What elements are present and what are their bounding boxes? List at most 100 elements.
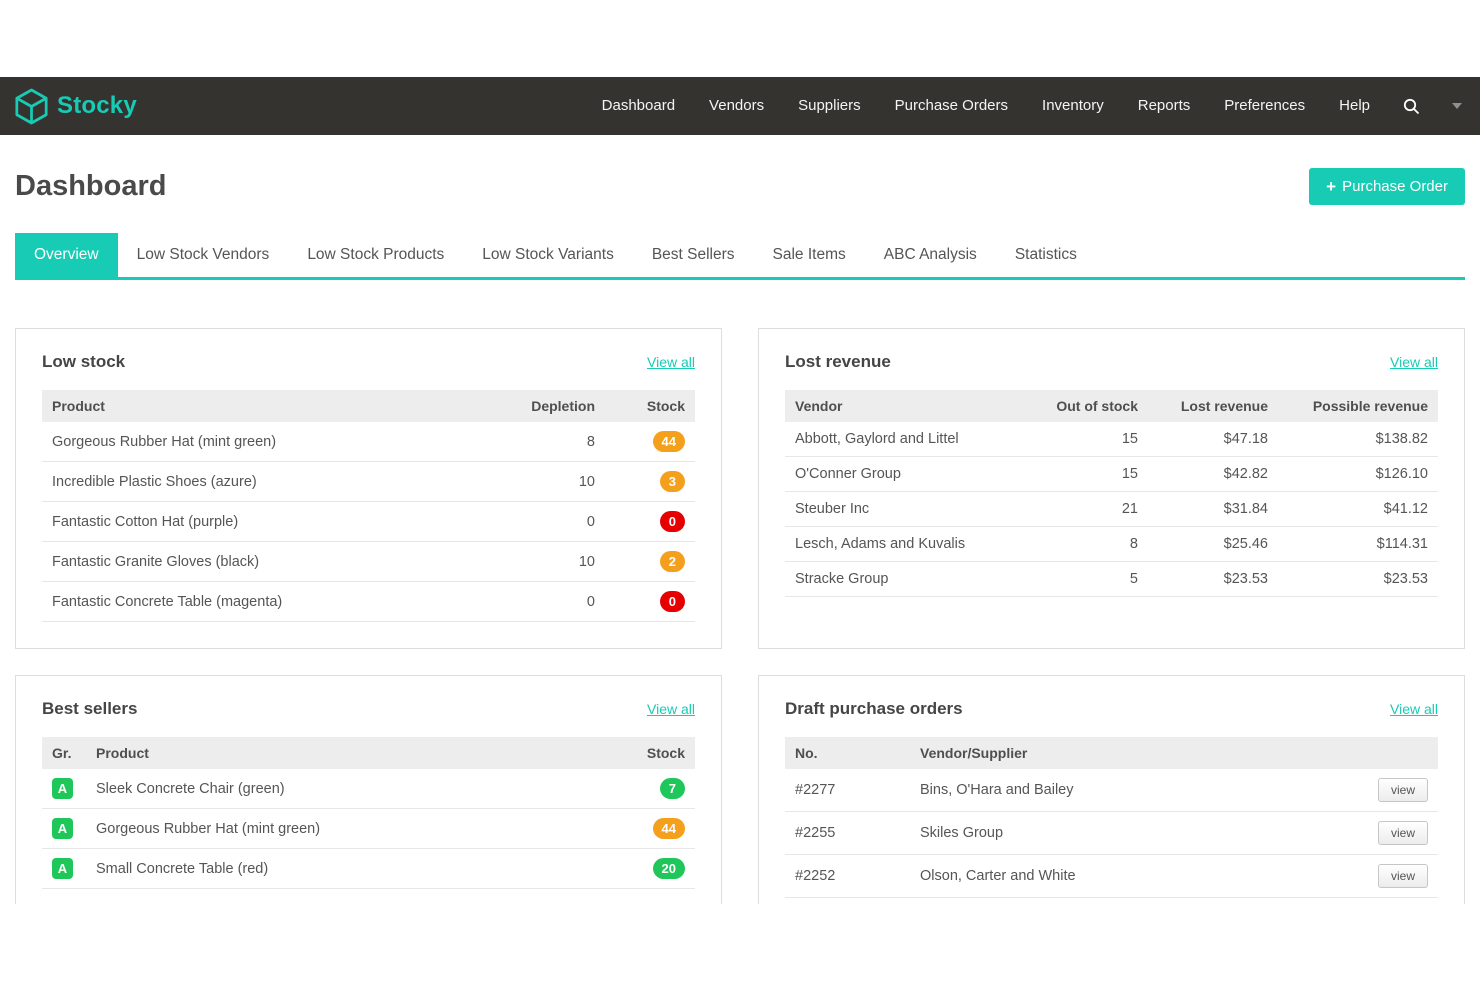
cards-row-1: Low stock View all Product Depletion Sto… — [15, 328, 1465, 649]
depletion-cell: 0 — [495, 502, 605, 542]
tab-statistics[interactable]: Statistics — [996, 233, 1096, 277]
table-row: A Small Concrete Table (red) 20 — [42, 849, 695, 889]
lost-revenue-cell: $47.18 — [1148, 422, 1278, 457]
table-row: Stracke Group 5 $23.53 $23.53 — [785, 562, 1438, 597]
page-content: Dashboard + Purchase Order Overview Low … — [0, 168, 1480, 904]
out-of-stock-cell: 15 — [1018, 422, 1148, 457]
vendor-cell: Abbott, Gaylord and Littel — [785, 422, 1018, 457]
table-row: Fantastic Concrete Table (magenta) 0 0 — [42, 582, 695, 622]
best-sellers-card: Best sellers View all Gr. Product Stock … — [15, 675, 722, 904]
nav-item-dashboard[interactable]: Dashboard — [585, 77, 692, 135]
col-stock: Stock — [605, 737, 695, 769]
purchase-order-button[interactable]: + Purchase Order — [1309, 168, 1465, 205]
low-stock-card-title: Low stock — [42, 352, 125, 372]
po-number-cell: #2252 — [785, 855, 910, 898]
stocky-logo-icon — [15, 88, 48, 125]
tab-best-sellers[interactable]: Best Sellers — [633, 233, 754, 277]
vendor-cell: Bins, O'Hara and Bailey — [910, 769, 1358, 812]
table-row: Fantastic Cotton Hat (purple) 0 0 — [42, 502, 695, 542]
chevron-down-icon[interactable] — [1452, 103, 1462, 109]
depletion-cell: 0 — [495, 582, 605, 622]
possible-revenue-cell: $126.10 — [1278, 457, 1438, 492]
tab-low-stock-products[interactable]: Low Stock Products — [288, 233, 463, 277]
stock-badge: 20 — [653, 858, 685, 879]
vendor-cell: Steuber Inc — [785, 492, 1018, 527]
product-cell: Small Concrete Table (red) — [86, 849, 605, 889]
depletion-cell: 10 — [495, 462, 605, 502]
nav-item-reports[interactable]: Reports — [1121, 77, 1208, 135]
stock-badge: 0 — [660, 511, 685, 532]
table-row: Steuber Inc 21 $31.84 $41.12 — [785, 492, 1438, 527]
tab-overview[interactable]: Overview — [15, 233, 118, 277]
low-stock-view-all-link[interactable]: View all — [647, 354, 695, 370]
out-of-stock-cell: 8 — [1018, 527, 1148, 562]
nav-item-help[interactable]: Help — [1322, 77, 1387, 135]
cards-row-2: Best sellers View all Gr. Product Stock … — [15, 675, 1465, 904]
out-of-stock-cell: 5 — [1018, 562, 1148, 597]
table-row: #2277 Bins, O'Hara and Bailey view — [785, 769, 1438, 812]
dashboard-tabs: Overview Low Stock Vendors Low Stock Pro… — [15, 233, 1465, 280]
lost-revenue-cell: $23.53 — [1148, 562, 1278, 597]
draft-purchase-orders-card-title: Draft purchase orders — [785, 699, 963, 719]
tab-abc-analysis[interactable]: ABC Analysis — [865, 233, 996, 277]
lost-revenue-card: Lost revenue View all Vendor Out of stoc… — [758, 328, 1465, 649]
col-depletion: Depletion — [495, 390, 605, 422]
col-stock: Stock — [605, 390, 695, 422]
stock-badge: 3 — [660, 471, 685, 492]
col-vendor-supplier: Vendor/Supplier — [910, 737, 1358, 769]
nav-links: Dashboard Vendors Suppliers Purchase Ord… — [585, 77, 1462, 135]
col-possible-revenue: Possible revenue — [1278, 390, 1438, 422]
view-button[interactable]: view — [1378, 821, 1428, 845]
possible-revenue-cell: $41.12 — [1278, 492, 1438, 527]
out-of-stock-cell: 15 — [1018, 457, 1148, 492]
possible-revenue-cell: $114.31 — [1278, 527, 1438, 562]
top-margin — [0, 0, 1480, 77]
search-icon[interactable] — [1387, 98, 1436, 115]
best-sellers-card-title: Best sellers — [42, 699, 137, 719]
table-row: #2255 Skiles Group view — [785, 812, 1438, 855]
nav-item-suppliers[interactable]: Suppliers — [781, 77, 878, 135]
page-header: Dashboard + Purchase Order — [15, 168, 1465, 205]
table-row: Fantastic Granite Gloves (black) 10 2 — [42, 542, 695, 582]
low-stock-card: Low stock View all Product Depletion Sto… — [15, 328, 722, 649]
col-lost-revenue: Lost revenue — [1148, 390, 1278, 422]
stock-badge: 44 — [653, 431, 685, 452]
table-row: A Gorgeous Rubber Hat (mint green) 44 — [42, 809, 695, 849]
depletion-cell: 8 — [495, 422, 605, 462]
tab-sale-items[interactable]: Sale Items — [754, 233, 865, 277]
lost-revenue-card-title: Lost revenue — [785, 352, 891, 372]
col-action — [1358, 737, 1438, 769]
stocky-logo-text: Stocky — [57, 92, 137, 120]
col-product: Product — [86, 737, 605, 769]
stock-badge: 7 — [660, 778, 685, 799]
nav-item-preferences[interactable]: Preferences — [1207, 77, 1322, 135]
tab-low-stock-variants[interactable]: Low Stock Variants — [463, 233, 633, 277]
best-sellers-view-all-link[interactable]: View all — [647, 701, 695, 717]
draft-purchase-orders-card: Draft purchase orders View all No. Vendo… — [758, 675, 1465, 904]
depletion-cell: 10 — [495, 542, 605, 582]
col-product: Product — [42, 390, 495, 422]
best-sellers-table: Gr. Product Stock A Sleek Concrete Chair… — [42, 737, 695, 889]
col-vendor: Vendor — [785, 390, 1018, 422]
nav-item-purchase-orders[interactable]: Purchase Orders — [878, 77, 1025, 135]
lost-revenue-cell: $25.46 — [1148, 527, 1278, 562]
product-cell: Fantastic Cotton Hat (purple) — [42, 502, 495, 542]
view-button[interactable]: view — [1378, 778, 1428, 802]
col-out-of-stock: Out of stock — [1018, 390, 1148, 422]
table-row: Abbott, Gaylord and Littel 15 $47.18 $13… — [785, 422, 1438, 457]
stocky-logo[interactable]: Stocky — [15, 88, 137, 125]
nav-item-inventory[interactable]: Inventory — [1025, 77, 1121, 135]
table-row: Lesch, Adams and Kuvalis 8 $25.46 $114.3… — [785, 527, 1438, 562]
grade-badge: A — [52, 858, 73, 879]
draft-purchase-orders-view-all-link[interactable]: View all — [1390, 701, 1438, 717]
lost-revenue-view-all-link[interactable]: View all — [1390, 354, 1438, 370]
nav-item-vendors[interactable]: Vendors — [692, 77, 781, 135]
possible-revenue-cell: $138.82 — [1278, 422, 1438, 457]
grade-badge: A — [52, 818, 73, 839]
grade-badge: A — [52, 778, 73, 799]
product-cell: Fantastic Granite Gloves (black) — [42, 542, 495, 582]
vendor-cell: Olson, Carter and White — [910, 855, 1358, 898]
view-button[interactable]: view — [1378, 864, 1428, 888]
tab-low-stock-vendors[interactable]: Low Stock Vendors — [118, 233, 289, 277]
po-number-cell: #2255 — [785, 812, 910, 855]
